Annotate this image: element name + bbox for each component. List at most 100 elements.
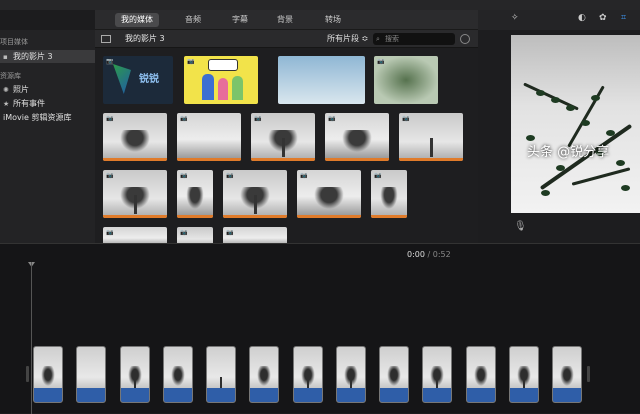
camera-icon: 📷	[180, 172, 188, 179]
trunk-graphic	[253, 194, 257, 215]
media-thumbnail[interactable]: 📷	[374, 56, 438, 104]
branch-graphic	[567, 85, 605, 148]
audio-strip	[164, 388, 192, 402]
timeline-clip[interactable]	[293, 346, 323, 403]
trim-bar	[103, 158, 167, 161]
leaf-graphic	[541, 190, 550, 196]
timeline-clip[interactable]	[76, 346, 106, 403]
timeline-clip[interactable]	[422, 346, 452, 403]
camera-icon: 📷	[106, 58, 114, 65]
tab-transitions[interactable]: 转场	[319, 13, 347, 27]
title-bar	[0, 0, 640, 10]
media-thumbnail[interactable]: 📷 锐锐	[103, 56, 173, 104]
media-thumbnail[interactable]: 📷	[399, 113, 463, 161]
sidebar-item-project[interactable]: ▪ 我的影片 3	[0, 50, 95, 63]
media-thumbnail[interactable]: 📷	[297, 170, 361, 218]
sidebar-item-imovie-library[interactable]: iMovie 剪辑资源库	[0, 111, 95, 124]
preview-viewer: ✧ ◐ ✿ ⌗ 🎙	[478, 10, 640, 243]
media-thumbnail[interactable]: 📷	[184, 56, 258, 104]
tree-graphic	[378, 186, 400, 214]
figure-graphic	[218, 78, 228, 100]
timecode: 0:00 / 0:52	[407, 250, 451, 259]
sidebar-item-label: 我的影片 3	[13, 52, 53, 61]
leaf-graphic	[616, 160, 625, 166]
media-tab-bar: 我的媒体 音频 字幕 背景 转场	[95, 10, 478, 30]
media-thumbnail[interactable]: 📷	[325, 113, 389, 161]
audio-strip	[510, 388, 538, 402]
camera-icon: 📷	[180, 229, 188, 236]
settings-gear-icon[interactable]	[460, 34, 470, 44]
playhead[interactable]	[31, 262, 32, 414]
audio-strip	[207, 388, 235, 402]
timeline-clip[interactable]	[120, 346, 150, 403]
timeline-clip[interactable]	[336, 346, 366, 403]
color-balance-icon[interactable]: ◐	[578, 13, 586, 23]
leaf-graphic	[621, 185, 630, 191]
media-thumbnail[interactable]: 📷	[177, 113, 241, 161]
tree-graphic	[472, 366, 490, 389]
timeline-clip[interactable]	[33, 346, 63, 403]
camera-icon: 📷	[226, 172, 234, 179]
media-thumbnail[interactable]: 📷	[103, 227, 167, 243]
color-correction-icon[interactable]: ✿	[599, 13, 607, 23]
timeline-clip[interactable]	[249, 346, 279, 403]
search-input[interactable]: ⌕ 搜索	[373, 33, 455, 45]
timeline-clip[interactable]	[206, 346, 236, 403]
tab-backgrounds[interactable]: 背景	[271, 13, 299, 27]
leaf-graphic	[566, 105, 575, 111]
media-thumbnail[interactable]: 📷	[223, 170, 287, 218]
tab-titles[interactable]: 字幕	[226, 13, 254, 27]
leaf-graphic	[536, 90, 545, 96]
sidebar-item-label: 所有事件	[13, 99, 45, 108]
media-thumbnail[interactable]: 📷	[103, 113, 167, 161]
clip-trim-handle[interactable]	[587, 366, 590, 382]
leaf-graphic	[606, 130, 615, 136]
project-media-header: 项目媒体	[0, 38, 28, 46]
leaf-graphic	[591, 95, 600, 101]
figure-graphic	[232, 76, 243, 100]
media-thumbnail[interactable]: 📷	[177, 170, 213, 218]
tree-graphic	[39, 366, 57, 389]
tab-my-media[interactable]: 我的媒体	[115, 13, 159, 27]
tab-audio[interactable]: 音频	[179, 13, 207, 27]
timeline-clip[interactable]	[163, 346, 193, 403]
timeline-clip[interactable]	[379, 346, 409, 403]
sidebar-toggle-icon[interactable]	[101, 35, 111, 43]
clip-trim-handle[interactable]	[26, 366, 29, 382]
star-icon: ★	[3, 100, 10, 108]
trim-bar	[177, 158, 241, 161]
timeline-clip[interactable]	[552, 346, 582, 403]
media-thumbnail[interactable]: 📷	[103, 170, 167, 218]
browser-title: 我的影片 3	[125, 34, 165, 43]
audio-strip	[553, 388, 581, 402]
timeline-clip[interactable]	[466, 346, 496, 403]
media-thumbnail[interactable]: 📷	[371, 170, 407, 218]
time-separator: /	[427, 250, 431, 259]
magic-wand-icon[interactable]: ✧	[511, 13, 519, 23]
audio-strip	[250, 388, 278, 402]
crop-icon[interactable]: ⌗	[621, 13, 626, 23]
microphone-icon[interactable]: 🎙	[514, 221, 527, 232]
tree-graphic	[184, 186, 206, 214]
viewer-toolbar: ✧ ◐ ✿ ⌗	[478, 10, 640, 30]
logo-graphic	[113, 64, 131, 94]
audio-strip	[121, 388, 149, 402]
media-thumbnail[interactable]: 📷	[251, 113, 315, 161]
tree-graphic	[558, 366, 576, 389]
trim-bar	[223, 215, 287, 218]
trim-bar	[251, 158, 315, 161]
photos-icon: ✺	[3, 86, 9, 94]
sidebar-item-photos[interactable]: ✺ 照片	[0, 83, 95, 96]
camera-icon: 📷	[226, 229, 234, 236]
media-thumbnail[interactable]: 📷	[177, 227, 213, 243]
sidebar-item-all-events[interactable]: ★ 所有事件	[0, 97, 95, 110]
media-thumbnail[interactable]: 📷	[223, 227, 287, 243]
trim-bar	[399, 158, 463, 161]
media-thumbnail[interactable]	[278, 56, 365, 104]
media-browser: 我的影片 3 所有片段 ≎ ⌕搜索 📷 锐锐 📷 📷 �	[95, 30, 478, 243]
trim-bar	[297, 215, 361, 218]
camera-icon: 📷	[187, 58, 195, 65]
timeline-clip[interactable]	[509, 346, 539, 403]
clip-filter-select[interactable]: 所有片段 ≎	[327, 33, 368, 44]
audio-strip	[34, 388, 62, 402]
